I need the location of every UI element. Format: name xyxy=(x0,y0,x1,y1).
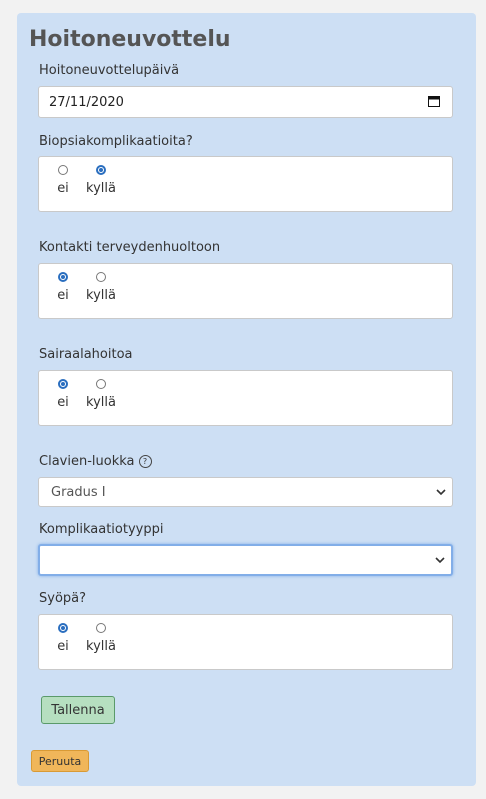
hospital-label: Sairaalahoitoa xyxy=(39,347,133,362)
contact-option-no[interactable]: ei xyxy=(43,272,83,303)
cancel-button[interactable]: Peruuta xyxy=(31,750,89,772)
radio-yes[interactable] xyxy=(96,379,106,389)
biopsy-radio-group: ei kyllä xyxy=(38,156,453,212)
date-label: Hoitoneuvottelupäivä xyxy=(39,63,180,78)
hospital-option-yes[interactable]: kyllä xyxy=(81,379,121,410)
radio-yes[interactable] xyxy=(96,272,106,282)
date-input[interactable]: 27/11/2020 xyxy=(38,86,453,118)
radio-no-selected[interactable] xyxy=(58,379,68,389)
contact-label: Kontakti terveydenhuoltoon xyxy=(39,240,221,255)
page-title: Hoitoneuvottelu xyxy=(29,27,231,52)
form-panel: Hoitoneuvottelu Hoitoneuvottelupäivä 27/… xyxy=(17,13,476,786)
clavien-label: Clavien-luokka? xyxy=(39,454,152,469)
cancer-radio-group: ei kyllä xyxy=(38,614,453,670)
radio-no[interactable] xyxy=(58,165,68,175)
date-value: 27/11/2020 xyxy=(49,95,124,110)
biopsy-option-no[interactable]: ei xyxy=(43,165,83,196)
contact-radio-group: ei kyllä xyxy=(38,263,453,319)
cancer-label: Syöpä? xyxy=(39,591,87,606)
chevron-down-icon xyxy=(435,557,445,564)
hospital-radio-group: ei kyllä xyxy=(38,370,453,426)
clavien-select[interactable]: Gradus I xyxy=(38,477,453,507)
help-icon[interactable]: ? xyxy=(138,455,152,468)
hospital-option-no[interactable]: ei xyxy=(43,379,83,410)
complication-type-select[interactable] xyxy=(38,544,453,576)
biopsy-label: Biopsiakomplikaatioita? xyxy=(39,134,193,149)
biopsy-option-yes[interactable]: kyllä xyxy=(81,165,121,196)
chevron-down-icon xyxy=(436,489,446,496)
save-button[interactable]: Tallenna xyxy=(41,696,115,724)
clavien-value: Gradus I xyxy=(51,485,106,500)
radio-yes[interactable] xyxy=(96,623,106,633)
cancer-option-no[interactable]: ei xyxy=(43,623,83,654)
cancer-option-yes[interactable]: kyllä xyxy=(81,623,121,654)
radio-no-selected[interactable] xyxy=(58,272,68,282)
calendar-icon[interactable] xyxy=(428,95,440,107)
contact-option-yes[interactable]: kyllä xyxy=(81,272,121,303)
radio-yes-selected[interactable] xyxy=(96,165,106,175)
complication-type-label: Komplikaatiotyyppi xyxy=(39,522,164,537)
radio-no-selected[interactable] xyxy=(58,623,68,633)
